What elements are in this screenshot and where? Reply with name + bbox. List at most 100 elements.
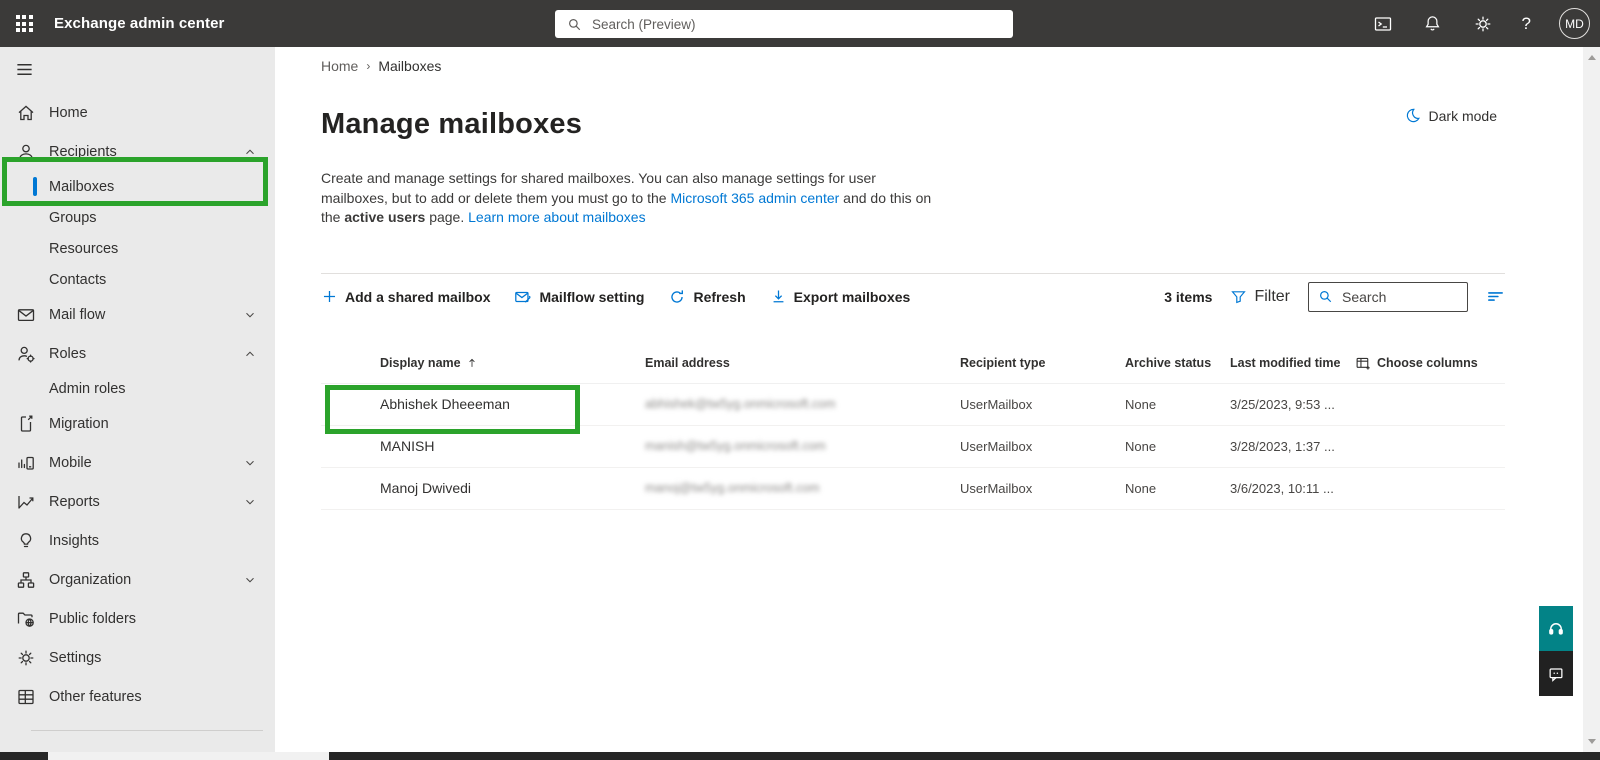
breadcrumb-home[interactable]: Home	[321, 58, 358, 74]
column-label: Recipient type	[960, 356, 1046, 370]
hamburger-menu-icon[interactable]	[0, 47, 48, 91]
items-count: 3 items	[1164, 288, 1213, 305]
sidebar-item-home[interactable]: Home	[0, 93, 275, 132]
sidebar-item-organization[interactable]: Organization	[0, 560, 275, 599]
table-row[interactable]: Manoj Dwivedi manoj@tw5yg.onmicrosoft.co…	[321, 468, 1505, 510]
admin-center-link[interactable]: Microsoft 365 admin center	[670, 190, 839, 206]
powershell-icon[interactable]	[1372, 13, 1394, 35]
cell-email-redacted: manish@tw5yg.onmicrosoft.com	[645, 439, 826, 453]
cell-display-name[interactable]: MANISH	[380, 438, 645, 454]
scroll-down-arrow-icon[interactable]	[1583, 733, 1600, 750]
cell-display-name[interactable]: Manoj Dwivedi	[380, 480, 645, 496]
sidebar-item-roles[interactable]: Roles	[0, 334, 275, 373]
chevron-down-icon[interactable]	[243, 495, 257, 509]
column-header-email[interactable]: Email address	[645, 356, 960, 370]
breadcrumb-chevron-icon: ›	[366, 59, 371, 73]
horizontal-scrollbar[interactable]	[0, 752, 1600, 760]
column-header-last-modified[interactable]: Last modified time	[1230, 356, 1355, 370]
sidebar-item-recipients[interactable]: Recipients	[0, 132, 275, 171]
sidebar-item-admin-roles[interactable]: Admin roles	[0, 373, 275, 404]
sidebar-item-settings[interactable]: Settings	[0, 638, 275, 677]
button-label: Refresh	[693, 288, 746, 305]
export-mailboxes-button[interactable]: Export mailboxes	[770, 288, 911, 305]
sidebar-item-label: Mailboxes	[49, 178, 115, 195]
scroll-up-arrow-icon[interactable]	[1583, 49, 1600, 66]
column-label: Last modified time	[1230, 356, 1341, 370]
chevron-up-icon[interactable]	[243, 347, 257, 361]
table-search-input[interactable]: Search	[1308, 281, 1468, 312]
chevron-down-icon[interactable]	[243, 573, 257, 587]
sidebar-item-mobile[interactable]: Mobile	[0, 443, 275, 482]
sidebar-item-label: Migration	[49, 415, 109, 432]
global-search-placeholder: Search (Preview)	[592, 16, 696, 32]
filter-button[interactable]: Filter	[1230, 288, 1290, 306]
command-bar: Add a shared mailbox Mailflow setting Re…	[321, 274, 1505, 320]
learn-more-link[interactable]: Learn more about mailboxes	[468, 209, 645, 225]
column-header-recipient-type[interactable]: Recipient type	[960, 356, 1125, 370]
sidebar-item-label: Mobile	[49, 454, 92, 471]
cell-display-name[interactable]: Abhishek Dheeeman	[380, 396, 645, 412]
mail-icon	[16, 305, 36, 325]
choose-columns-button[interactable]: Choose columns	[1355, 355, 1505, 372]
cell-last-modified: 3/6/2023, 10:11 ...	[1230, 480, 1334, 496]
sort-lines-icon[interactable]	[1486, 287, 1505, 306]
table-row[interactable]: MANISH manish@tw5yg.onmicrosoft.com User…	[321, 426, 1505, 468]
support-headset-button[interactable]	[1539, 606, 1573, 651]
column-header-display-name[interactable]: Display name	[380, 356, 645, 370]
sidebar-item-label: Recipients	[49, 143, 117, 160]
dark-mode-toggle[interactable]: Dark mode	[1404, 107, 1497, 124]
sidebar-item-contacts[interactable]: Contacts	[0, 264, 275, 295]
download-icon	[770, 288, 787, 305]
notifications-bell-icon[interactable]	[1422, 13, 1444, 35]
selected-indicator	[33, 177, 37, 196]
sidebar-item-label: Groups	[49, 209, 97, 226]
column-header-archive-status[interactable]: Archive status	[1125, 356, 1230, 370]
lightbulb-icon	[16, 531, 36, 551]
sidebar-item-insights[interactable]: Insights	[0, 521, 275, 560]
main-content: Home › Mailboxes Dark mode Manage mailbo…	[275, 47, 1583, 752]
sidebar-item-label: Mail flow	[49, 306, 106, 323]
funnel-icon	[1230, 288, 1247, 305]
sidebar-item-label: Other features	[49, 688, 142, 705]
sidebar-item-groups[interactable]: Groups	[0, 202, 275, 233]
sidebar-item-public-folders[interactable]: Public folders	[0, 599, 275, 638]
mailboxes-table: Display name Email address Recipient typ…	[321, 344, 1505, 510]
org-chart-icon	[16, 570, 36, 590]
sidebar-item-reports[interactable]: Reports	[0, 482, 275, 521]
chevron-down-icon[interactable]	[243, 308, 257, 322]
app-launcher-icon[interactable]	[0, 0, 48, 47]
sidebar-item-mailboxes[interactable]: Mailboxes	[0, 171, 275, 202]
cell-recipient-type: UserMailbox	[960, 396, 1033, 412]
dark-mode-label: Dark mode	[1428, 107, 1497, 124]
mailflow-setting-button[interactable]: Mailflow setting	[514, 288, 644, 306]
plus-icon	[321, 288, 338, 305]
global-search-input[interactable]: Search (Preview)	[555, 10, 1013, 38]
vertical-scrollbar[interactable]	[1583, 47, 1600, 752]
person-icon	[16, 142, 36, 162]
column-label: Archive status	[1125, 356, 1212, 370]
sidebar-item-label: Insights	[49, 532, 99, 549]
sidebar-item-label: Reports	[49, 493, 100, 510]
refresh-button[interactable]: Refresh	[668, 288, 746, 306]
help-icon[interactable]: ?	[1522, 14, 1531, 34]
description-text: page.	[425, 209, 469, 225]
mobile-stats-icon	[16, 453, 36, 473]
settings-gear-icon[interactable]	[1472, 13, 1494, 35]
account-avatar[interactable]: MD	[1559, 8, 1590, 39]
chevron-up-icon[interactable]	[243, 145, 257, 159]
sidebar-item-other-features[interactable]: Other features	[0, 677, 275, 716]
button-label: Export mailboxes	[793, 288, 911, 305]
sidebar-item-mail-flow[interactable]: Mail flow	[0, 295, 275, 334]
table-row[interactable]: Abhishek Dheeeman abhishek@tw5yg.onmicro…	[321, 384, 1505, 426]
sidebar-item-migration[interactable]: Migration	[0, 404, 275, 443]
public-folder-icon	[16, 609, 36, 629]
cell-email-redacted: manoj@tw5yg.onmicrosoft.com	[645, 481, 820, 495]
sidebar-item-resources[interactable]: Resources	[0, 233, 275, 264]
person-gear-icon	[16, 344, 36, 364]
add-shared-mailbox-button[interactable]: Add a shared mailbox	[321, 288, 490, 305]
horizontal-scrollbar-thumb[interactable]	[48, 752, 329, 760]
chevron-down-icon[interactable]	[243, 456, 257, 470]
feedback-button[interactable]	[1539, 651, 1573, 696]
sidebar-item-label: Contacts	[49, 271, 107, 288]
cell-archive-status: None	[1125, 396, 1157, 412]
